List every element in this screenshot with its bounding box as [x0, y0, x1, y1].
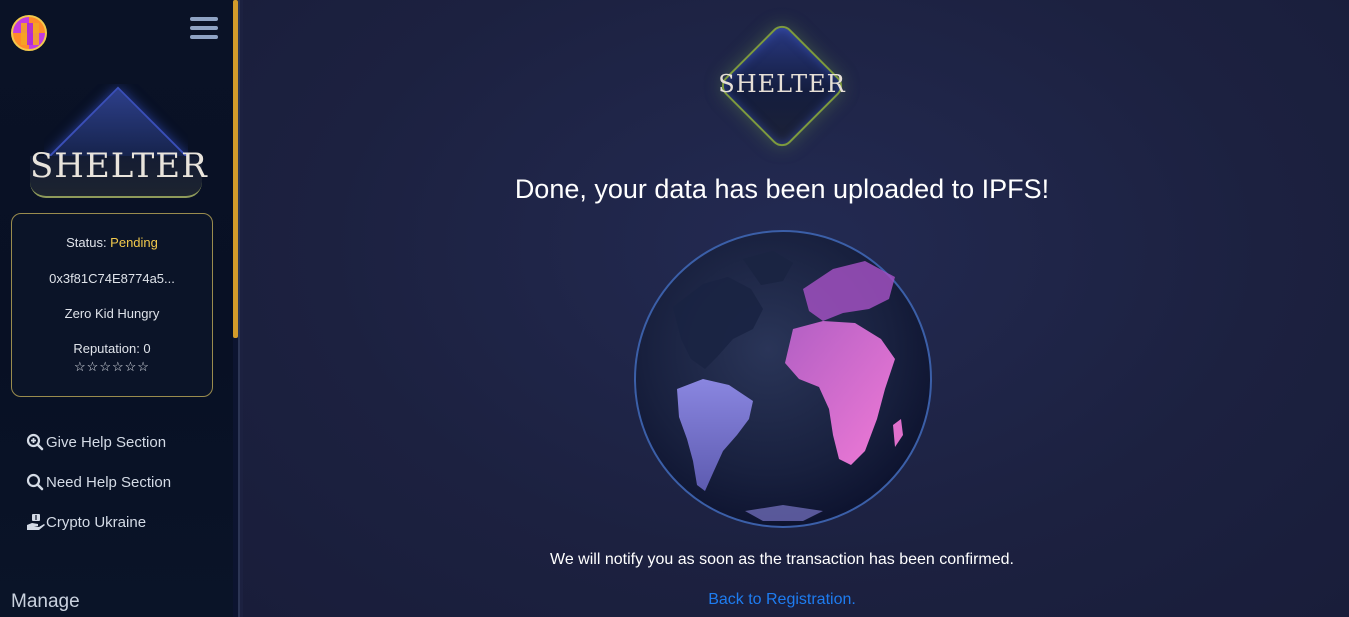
- notify-message: We will notify you as soon as the transa…: [550, 551, 1014, 568]
- reputation-text: Reputation: 0: [73, 341, 151, 356]
- status-value: Pending: [110, 235, 158, 250]
- sidebar-logo-text: SHELTER: [30, 146, 208, 186]
- nav-crypto-ukraine[interactable]: Crypto Ukraine: [26, 511, 146, 533]
- page-title: Done, your data has been uploaded to IPF…: [514, 174, 1050, 204]
- nav-crypto-ukraine-label: Crypto Ukraine: [46, 513, 147, 531]
- wallet-address: 0x3f81C74E8774a5...: [49, 271, 175, 286]
- sidebar-scrollbar-thumb[interactable]: [233, 0, 238, 338]
- main-logo: SHELTER: [716, 20, 848, 152]
- reputation-stars: ☆☆☆☆☆☆: [74, 359, 150, 374]
- search-icon: [26, 473, 44, 491]
- manage-section-heading: Manage: [11, 591, 80, 612]
- nav-need-help[interactable]: Need Help Section: [26, 471, 171, 493]
- sidebar: SHELTER Status: Pending 0x3f81C74E8774a5…: [0, 0, 240, 617]
- avatar[interactable]: [11, 15, 47, 51]
- profile-name: Zero Kid Hungry: [64, 306, 160, 321]
- nav-give-help-label: Give Help Section: [46, 433, 167, 451]
- globe-image: [633, 229, 933, 529]
- sidebar-logo: SHELTER: [30, 84, 208, 199]
- search-plus-icon: [26, 433, 44, 451]
- hamburger-menu-icon[interactable]: [190, 17, 218, 43]
- main-logo-text: SHELTER: [718, 70, 846, 98]
- main-content: SHELTER Done, your data has been uploade…: [243, 0, 1349, 617]
- nav-give-help[interactable]: Give Help Section: [26, 431, 166, 453]
- nav-need-help-label: Need Help Section: [46, 473, 172, 491]
- status-line: Status: Pending: [12, 235, 212, 250]
- profile-status-card: Status: Pending 0x3f81C74E8774a5... Zero…: [11, 213, 213, 397]
- status-label: Status:: [66, 235, 111, 250]
- hand-donate-icon: [26, 513, 45, 531]
- back-to-registration-link[interactable]: Back to Registration.: [243, 591, 1321, 609]
